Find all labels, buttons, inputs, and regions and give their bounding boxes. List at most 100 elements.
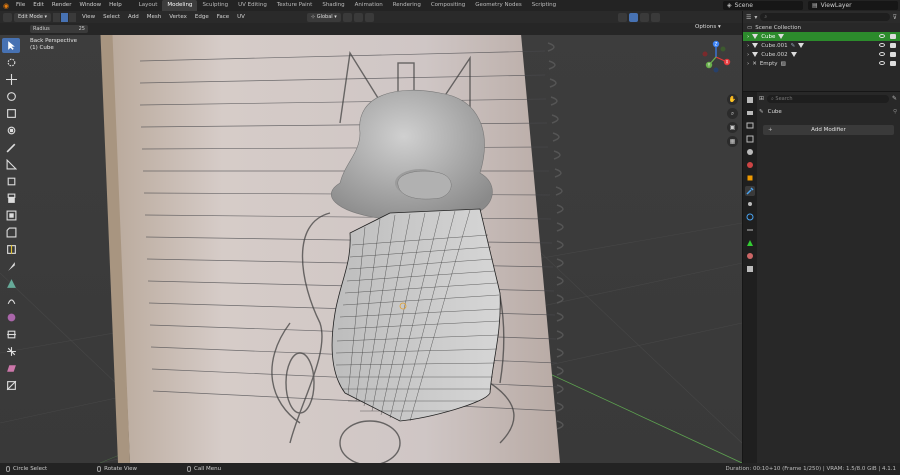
world-tab-icon[interactable] [745,160,755,170]
render-camera-icon[interactable] [890,34,896,39]
menu-edge[interactable]: Edge [192,14,212,20]
scene-selector[interactable]: ◈ Scene [723,1,803,10]
render-camera-icon[interactable] [890,61,896,66]
shading-solid-icon[interactable] [639,12,649,22]
editor-type-icon[interactable] [3,12,12,22]
properties-editor-icon[interactable]: ⊞ [759,95,764,102]
face-select-icon[interactable] [69,12,78,22]
pivot-icon[interactable] [342,12,352,22]
blender-logo-icon[interactable]: ◉ [0,0,12,11]
zoom-icon[interactable]: ⌕ [727,108,738,119]
render-tab-icon[interactable] [745,108,755,118]
inset-tool-icon[interactable] [2,208,20,223]
material-tab-icon[interactable] [745,251,755,261]
rotate-tool-icon[interactable] [2,89,20,104]
tab-layout[interactable]: Layout [134,0,163,11]
modifier-wrench-tab-icon[interactable] [745,186,755,196]
camera-view-icon[interactable]: ▣ [727,122,738,133]
transform-tool-icon[interactable] [2,123,20,138]
data-tab-icon[interactable] [745,238,755,248]
outliner-editor-icon[interactable]: ☰ [746,14,751,21]
texture-tab-icon[interactable] [745,264,755,274]
outliner-scene-collection[interactable]: ▭ Scene Collection [743,23,900,32]
constraints-tab-icon[interactable] [745,225,755,235]
display-mode-icon[interactable]: ▾ [754,14,757,21]
proportional-edit-icon[interactable] [364,12,374,22]
view-layer-tab-icon[interactable] [745,134,755,144]
mode-dropdown[interactable]: Edit Mode ▾ [14,12,52,22]
menu-add[interactable]: Add [125,14,142,20]
outliner-search-input[interactable]: ⌕ [760,13,890,21]
pan-hand-icon[interactable]: ✋ [727,94,738,105]
outliner-item-empty[interactable]: › ✕ Empty ▨ [743,59,900,68]
tab-animation[interactable]: Animation [350,0,388,11]
filter-icon[interactable]: ⊽ [893,14,897,21]
shrink-fatten-tool-icon[interactable] [2,344,20,359]
menu-file[interactable]: File [12,0,29,11]
properties-search-input[interactable]: ⌕ Search [767,94,889,103]
render-camera-icon[interactable] [890,43,896,48]
expand-arrow-icon[interactable]: › [747,61,749,67]
shear-tool-icon[interactable] [2,361,20,376]
expand-arrow-icon[interactable]: › [747,52,749,58]
tab-shading[interactable]: Shading [317,0,349,11]
render-camera-icon[interactable] [890,52,896,57]
menu-view[interactable]: View [79,14,98,20]
menu-uv[interactable]: UV [234,14,248,20]
xray-icon[interactable] [628,12,638,22]
select-tool-icon[interactable] [2,38,20,53]
tab-uv-editing[interactable]: UV Editing [233,0,272,11]
expand-arrow-icon[interactable]: › [747,43,749,49]
visibility-eye-icon[interactable] [879,61,885,65]
ortho-toggle-icon[interactable]: ▦ [727,136,738,147]
particles-tab-icon[interactable] [745,199,755,209]
menu-edit[interactable]: Edit [29,0,48,11]
pin-icon[interactable]: ✎ [892,95,897,102]
spin-tool-icon[interactable] [2,293,20,308]
outliner-item-cube[interactable]: › Cube [743,32,900,41]
show-overlays-icon[interactable] [617,12,627,22]
extrude-tool-icon[interactable] [2,191,20,206]
smooth-tool-icon[interactable] [2,310,20,325]
menu-vertex[interactable]: Vertex [166,14,190,20]
outliner-item-cube-002[interactable]: › Cube.002 [743,50,900,59]
knife-tool-icon[interactable] [2,259,20,274]
output-tab-icon[interactable] [745,121,755,131]
tab-texture-paint[interactable]: Texture Paint [272,0,318,11]
tab-compositing[interactable]: Compositing [426,0,470,11]
view-layer-selector[interactable]: ▤ ViewLayer [808,1,898,10]
edge-select-icon[interactable] [61,12,70,22]
snap-icon[interactable] [353,12,363,22]
navigation-gizmo[interactable]: X Z Y [697,38,735,76]
tab-scripting[interactable]: Scripting [527,0,561,11]
menu-mesh[interactable]: Mesh [144,14,164,20]
bevel-tool-icon[interactable] [2,225,20,240]
menu-select[interactable]: Select [100,14,123,20]
radius-field[interactable]: Radius 25 [30,25,88,33]
pin-icon[interactable]: ⚲ [893,109,897,115]
tab-rendering[interactable]: Rendering [388,0,426,11]
outliner-item-cube-001[interactable]: › Cube.001 ✎ [743,41,900,50]
add-modifier-button[interactable]: + Add Modifier [763,125,894,135]
visibility-eye-icon[interactable] [879,52,885,56]
scale-tool-icon[interactable] [2,106,20,121]
scene-tab-icon[interactable] [745,147,755,157]
visibility-eye-icon[interactable] [879,43,885,47]
edge-slide-tool-icon[interactable] [2,327,20,342]
move-tool-icon[interactable] [2,72,20,87]
annotate-tool-icon[interactable] [2,140,20,155]
3d-viewport[interactable] [0,23,742,463]
tab-geometry-nodes[interactable]: Geometry Nodes [470,0,526,11]
object-tab-icon[interactable] [745,173,755,183]
poly-build-tool-icon[interactable] [2,276,20,291]
shading-material-icon[interactable] [650,12,660,22]
vertex-select-icon[interactable] [53,12,62,22]
visibility-eye-icon[interactable] [879,34,885,38]
loop-cut-tool-icon[interactable] [2,242,20,257]
add-cube-tool-icon[interactable] [2,174,20,189]
tool-tab-icon[interactable] [745,95,755,105]
tab-modeling[interactable]: Modeling [162,0,198,11]
transform-orientation-dropdown[interactable]: ⊹ Global ▾ [306,12,341,22]
options-button[interactable]: Options ▾ [695,24,721,30]
cursor-tool-icon[interactable] [2,55,20,70]
